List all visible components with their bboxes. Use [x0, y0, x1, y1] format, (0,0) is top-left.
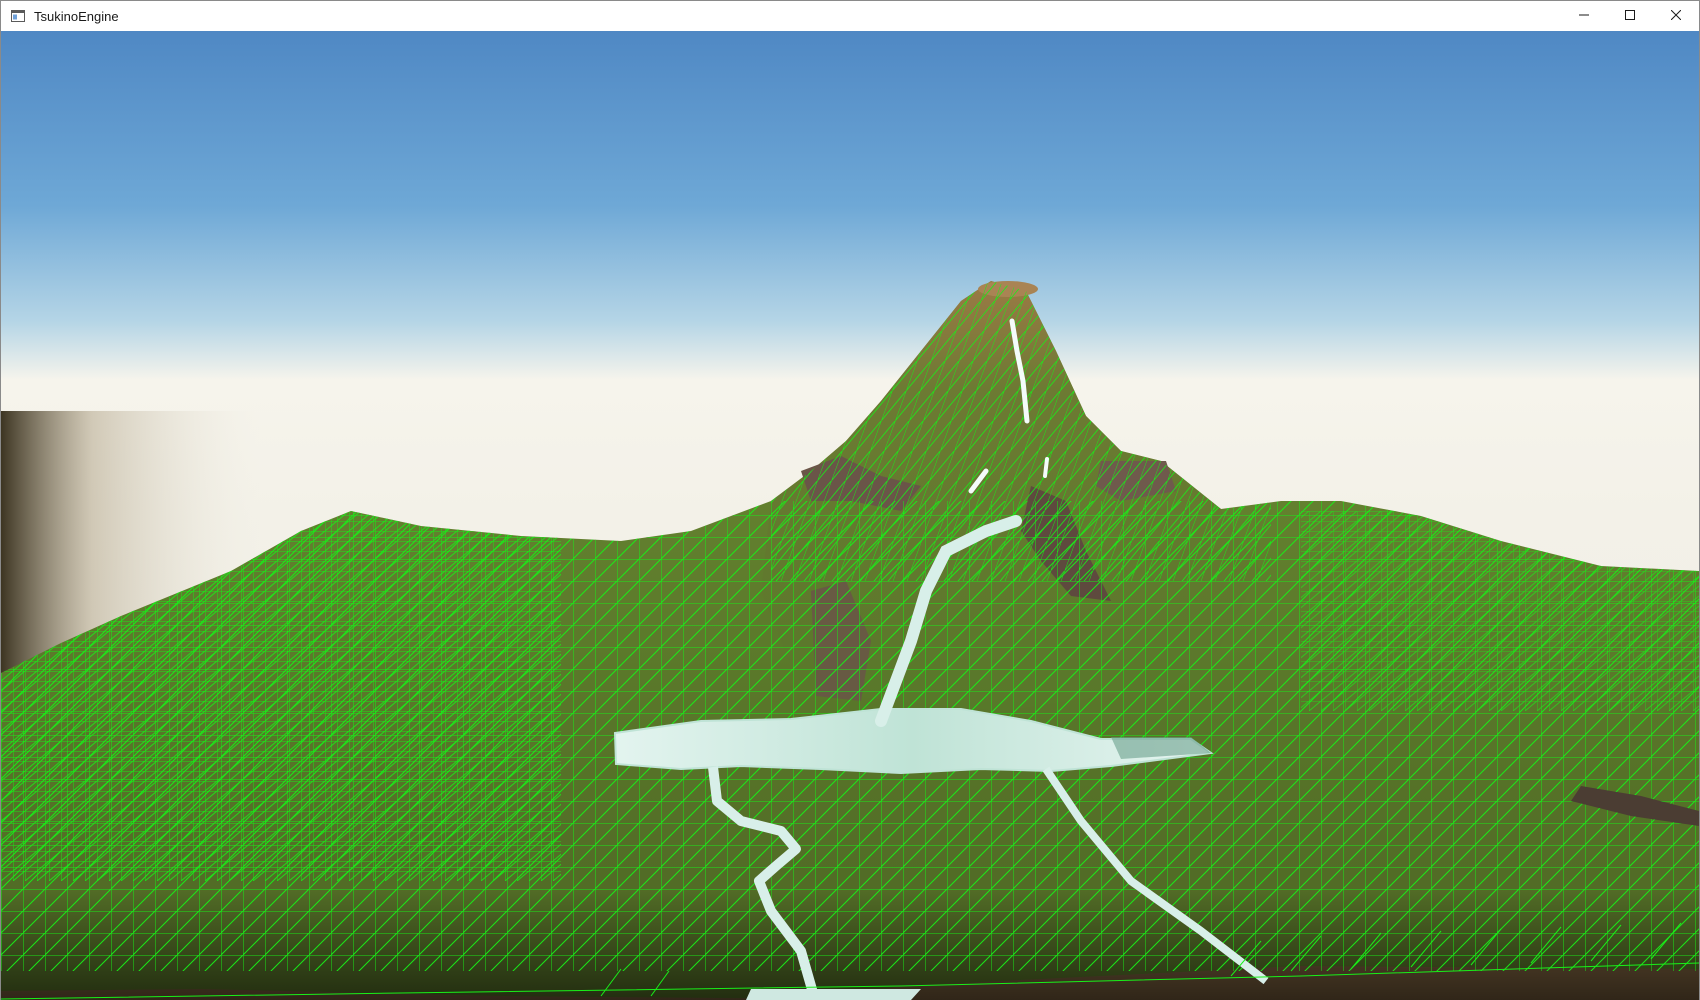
river-mouth: [746, 989, 921, 1000]
minimize-icon: [1579, 7, 1589, 25]
close-button[interactable]: [1653, 1, 1699, 31]
minimize-button[interactable]: [1561, 1, 1607, 31]
title-bar[interactable]: TsukinoEngine: [1, 1, 1699, 31]
app-window: TsukinoEngine: [0, 0, 1700, 1000]
maximize-icon: [1625, 7, 1635, 25]
close-icon: [1670, 7, 1682, 25]
waterfall-3: [1043, 457, 1049, 478]
app-window-icon: [10, 8, 26, 24]
window-title: TsukinoEngine: [34, 8, 119, 24]
render-viewport[interactable]: [1, 31, 1699, 1000]
scene-canvas: [1, 31, 1699, 1000]
maximize-button[interactable]: [1607, 1, 1653, 31]
window-controls: [1561, 1, 1699, 31]
